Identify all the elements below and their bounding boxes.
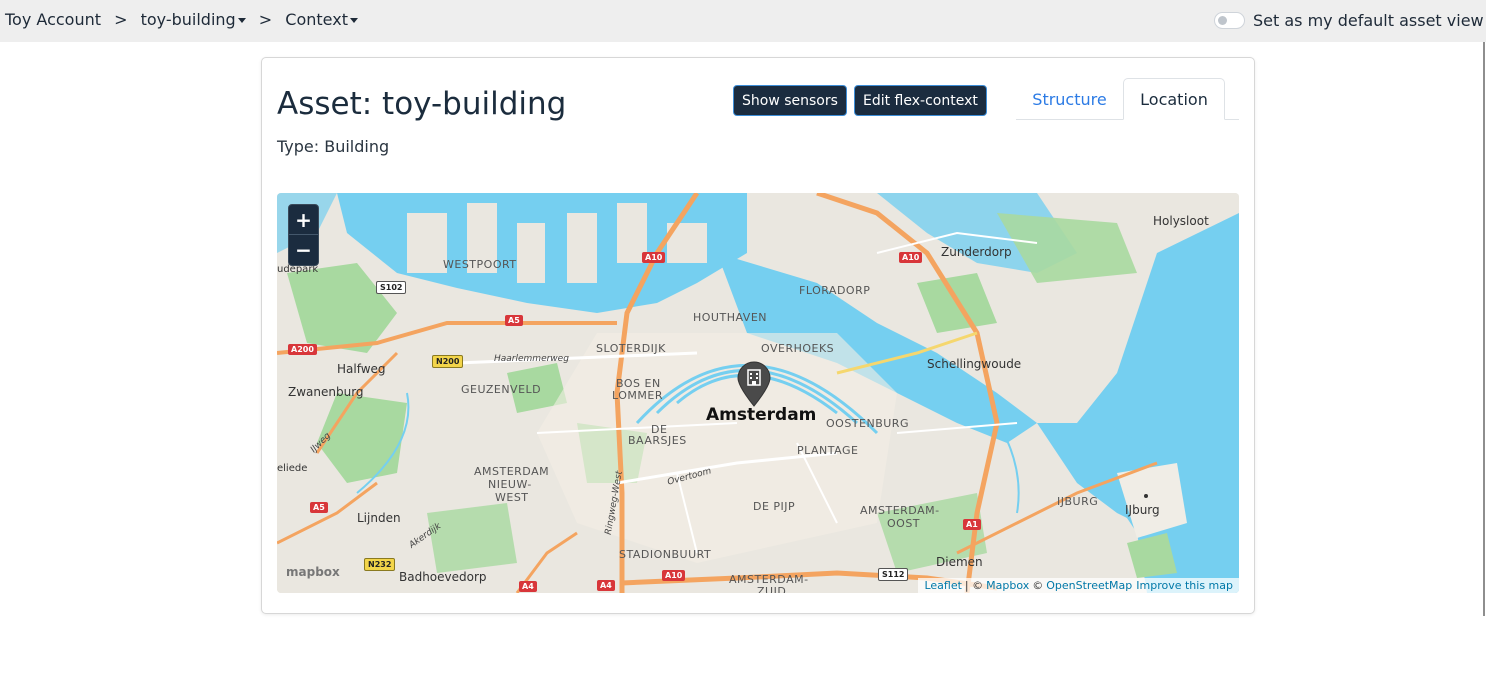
breadcrumb: Toy Account > toy-building > Context xyxy=(5,10,358,29)
map-label-haarlemmerweg: Haarlemmerweg xyxy=(494,354,569,364)
breadcrumb-asset-label: toy-building xyxy=(140,10,236,29)
map-label-amsterdam-nieuw-west-1: AMSTERDAM xyxy=(474,465,550,478)
building-icon xyxy=(737,361,771,407)
map-attribution: Leaflet | © Mapbox © OpenStreetMap Impro… xyxy=(918,578,1239,593)
map-label-stadionbuurt: STADIONBUURT xyxy=(619,548,712,561)
view-tabs: Structure Location xyxy=(1016,78,1239,120)
breadcrumb-view-dropdown[interactable]: Context xyxy=(285,10,358,29)
map-label-city: Amsterdam xyxy=(706,405,817,425)
road-shield-a5-top: A5 xyxy=(505,315,523,326)
mapbox-logo[interactable]: mapbox xyxy=(286,565,340,579)
map-label-amsterdam-zuid-2: ZUID xyxy=(757,585,787,593)
road-shield-a4-right: A4 xyxy=(597,580,615,591)
zoom-in-button[interactable]: + xyxy=(289,205,318,235)
leaflet-link[interactable]: Leaflet xyxy=(924,579,961,592)
map-label-amsterdam-oost-1: AMSTERDAM- xyxy=(860,504,940,517)
openstreetmap-link[interactable]: OpenStreetMap xyxy=(1046,579,1132,592)
attribution-separator: © xyxy=(1032,579,1044,592)
map-label-schellingwoude: Schellingwoude xyxy=(927,357,1022,371)
show-sensors-button[interactable]: Show sensors xyxy=(733,85,847,116)
default-view-toggle[interactable] xyxy=(1214,12,1245,29)
map-label-lijnden: Lijnden xyxy=(357,511,401,525)
map-label-badhoevedorp: Badhoevedorp xyxy=(399,570,487,584)
zoom-control: + − xyxy=(288,204,319,266)
zoom-out-button[interactable]: − xyxy=(289,235,318,265)
map-label-de-pijp: DE PIJP xyxy=(753,500,796,513)
map-label-eliede: eliede xyxy=(277,463,308,474)
road-shield-s112: S112 xyxy=(878,568,909,581)
breadcrumb-account[interactable]: Toy Account xyxy=(5,10,101,29)
scrollbar[interactable] xyxy=(1483,42,1485,616)
road-shield-a200: A200 xyxy=(288,344,317,355)
breadcrumb-separator: > xyxy=(114,10,128,29)
map-label-amsterdam-nieuw-west-3: WEST xyxy=(495,491,529,504)
tab-location[interactable]: Location xyxy=(1123,78,1225,120)
road-shield-s102: S102 xyxy=(376,281,407,294)
asset-card: Asset: toy-building Type: Building Show … xyxy=(261,57,1255,614)
edit-flex-context-button[interactable]: Edit flex-context xyxy=(854,85,987,116)
map-label-westpoort: WESTPOORT xyxy=(443,258,517,271)
map-label-geuzenveld: GEUZENVELD xyxy=(461,383,542,396)
road-shield-n232: N232 xyxy=(364,558,396,571)
map-label-sloterdijk: SLOTERDIJK xyxy=(596,342,666,355)
default-view-label[interactable]: Set as my default asset view xyxy=(1253,11,1484,30)
tab-structure[interactable]: Structure xyxy=(1016,78,1123,120)
chevron-down-icon xyxy=(237,18,246,23)
map-label-ijburg-district: IJBURG xyxy=(1057,495,1099,508)
map-label-diemen: Diemen xyxy=(936,555,983,569)
map-label-plantage: PLANTAGE xyxy=(797,444,859,457)
mapbox-link[interactable]: Mapbox xyxy=(986,579,1029,592)
breadcrumb-separator: > xyxy=(258,10,273,29)
map-label-holysloot: Holysloot xyxy=(1153,214,1209,228)
map-label-amsterdam-oost-2: OOST xyxy=(887,517,921,530)
improve-map-link[interactable]: Improve this map xyxy=(1136,579,1233,592)
map-label-amsterdam-nieuw-west-2: NIEUW- xyxy=(488,478,532,491)
map-label-floradorp: FLORADORP xyxy=(799,284,871,297)
breadcrumb-asset-dropdown[interactable]: toy-building xyxy=(141,10,246,29)
map-label-lommer: LOMMER xyxy=(612,389,663,402)
location-map[interactable]: WESTPOORT HOUTHAVEN FLORADORP OVERHOEKS … xyxy=(277,193,1239,593)
chevron-down-icon xyxy=(349,18,358,23)
map-label-ijburg: IJburg xyxy=(1125,503,1160,517)
road-shield-a10-top: A10 xyxy=(642,252,666,263)
road-shield-a10-bottom: A10 xyxy=(662,570,686,581)
road-shield-a1: A1 xyxy=(963,519,981,530)
map-label-zunderdorp: Zunderdorp xyxy=(941,245,1012,259)
road-shield-a5-bottom: A5 xyxy=(310,502,328,513)
page-title: Asset: toy-building xyxy=(277,86,567,122)
asset-type: Type: Building xyxy=(277,137,390,156)
toggle-knob xyxy=(1218,16,1227,25)
top-bar: Toy Account > toy-building > Context Set… xyxy=(0,0,1486,42)
breadcrumb-view-label: Context xyxy=(285,10,348,29)
default-view-toggle-group: Set as my default asset view xyxy=(1214,11,1484,30)
asset-location-marker[interactable] xyxy=(736,361,772,407)
road-shield-a4-left: A4 xyxy=(519,581,537,592)
map-label-oostenburg: OOSTENBURG xyxy=(826,417,909,430)
map-label-overhoeks: OVERHOEKS xyxy=(761,342,835,355)
attribution-separator: | © xyxy=(964,579,984,592)
map-label-zwanenburg: Zwanenburg xyxy=(288,385,364,399)
map-label-halfweg: Halfweg xyxy=(337,362,386,376)
map-label-baarsjes: BAARSJES xyxy=(628,434,687,447)
road-shield-n200: N200 xyxy=(432,355,464,368)
map-label-houthaven: HOUTHAVEN xyxy=(693,311,767,324)
road-shield-a10-right: A10 xyxy=(899,252,923,263)
